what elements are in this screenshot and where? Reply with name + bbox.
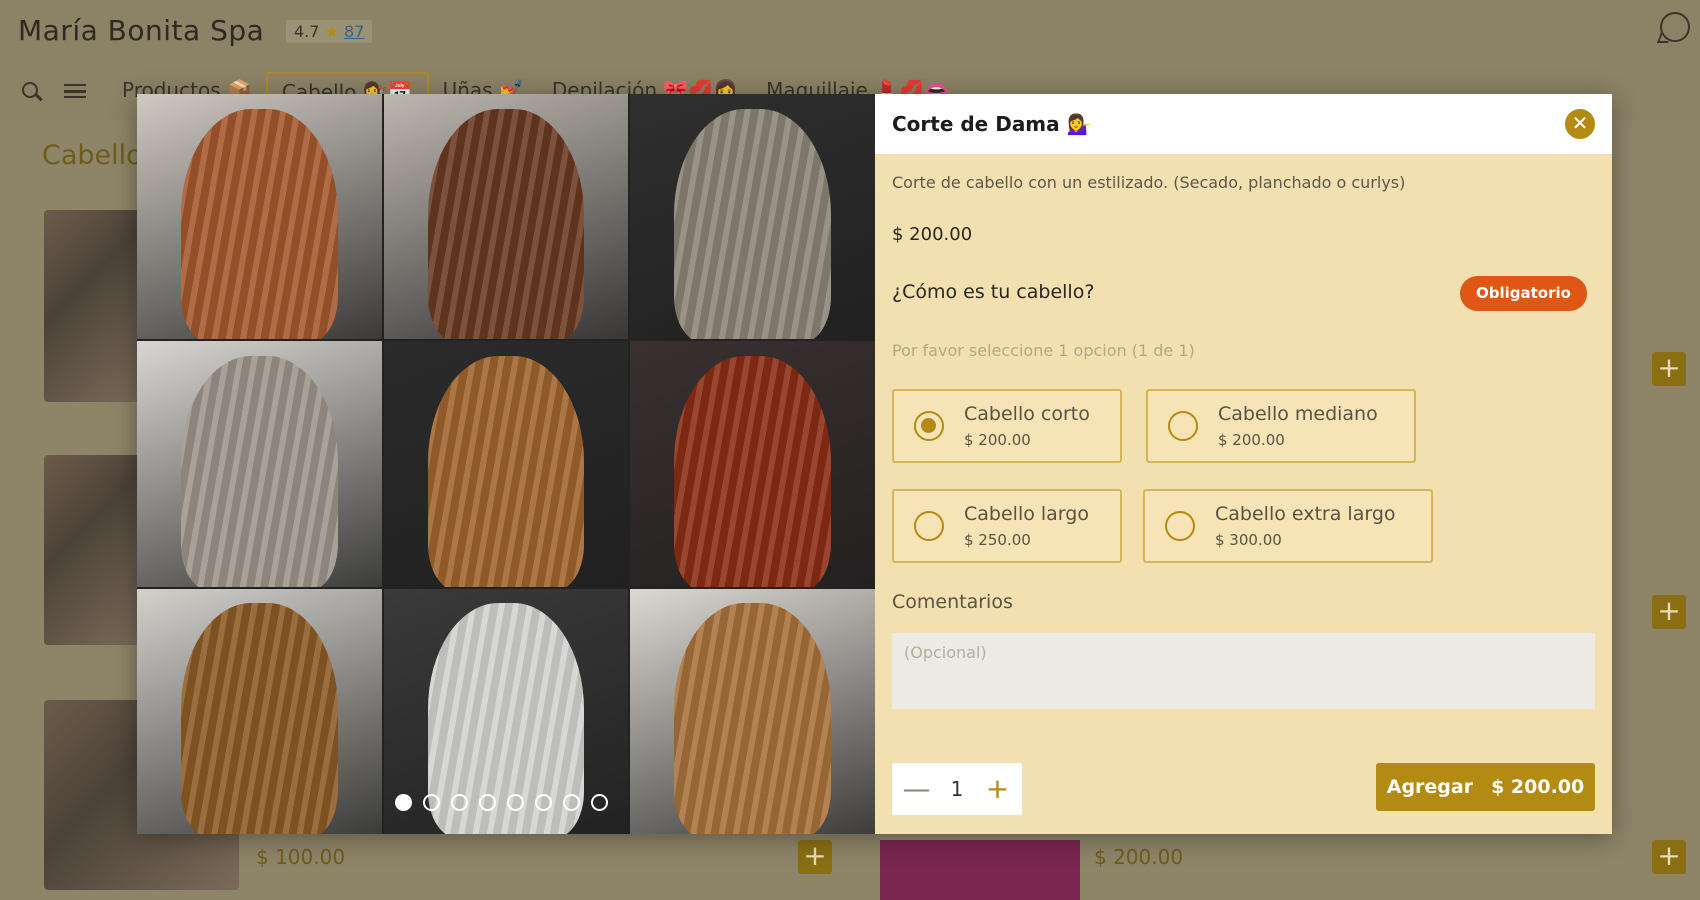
carousel-dot[interactable] <box>479 794 496 811</box>
decrement-button[interactable]: — <box>902 775 932 803</box>
radio-unchecked[interactable] <box>1168 411 1198 441</box>
hair-sample <box>427 108 585 340</box>
carousel-dot[interactable] <box>451 794 468 811</box>
option-cabello-mediano[interactable]: Cabello mediano $ 200.00 <box>1146 389 1416 463</box>
radio-unchecked[interactable] <box>1165 511 1195 541</box>
option-name: Cabello extra largo <box>1215 503 1396 525</box>
option-name: Cabello largo <box>964 503 1089 525</box>
hair-sample <box>181 603 338 834</box>
modal-title: Corte de Dama 💁‍♀️ <box>892 112 1092 136</box>
carousel-dot[interactable] <box>423 794 440 811</box>
whatsapp-icon[interactable] <box>1660 12 1690 42</box>
increment-button[interactable]: + <box>982 775 1012 803</box>
required-badge: Obligatorio <box>1460 276 1587 311</box>
product-thumbnail[interactable] <box>880 840 1080 900</box>
product-price: $ 200.00 <box>892 224 973 245</box>
modal-header: Corte de Dama 💁‍♀️ ✕ <box>875 94 1612 154</box>
photo-gallery[interactable] <box>137 94 875 834</box>
option-name: Cabello corto <box>964 403 1090 425</box>
gallery-photo[interactable] <box>137 341 382 587</box>
product-thumbnail[interactable] <box>44 210 139 402</box>
option-price: $ 200.00 <box>1218 431 1285 449</box>
carousel-dot[interactable] <box>395 794 412 811</box>
carousel-dot[interactable] <box>563 794 580 811</box>
add-product-button[interactable]: + <box>1652 840 1686 874</box>
rating-value: 4.7 <box>294 22 320 41</box>
option-cabello-extra-largo[interactable]: Cabello extra largo $ 300.00 <box>1143 489 1433 563</box>
gallery-photo[interactable] <box>630 94 875 340</box>
add-product-button[interactable]: + <box>798 840 832 874</box>
product-modal: Corte de Dama 💁‍♀️ ✕ Corte de cabello co… <box>137 94 1612 834</box>
add-button-price: $ 200.00 <box>1491 776 1585 798</box>
option-cabello-corto[interactable]: Cabello corto $ 200.00 <box>892 389 1122 463</box>
gallery-photo[interactable] <box>630 588 875 834</box>
hair-sample <box>427 356 585 587</box>
product-price: $ 200.00 <box>1094 845 1184 869</box>
comments-label: Comentarios <box>892 591 1013 613</box>
hair-sample <box>181 108 338 340</box>
product-description: Corte de cabello con un estilizado. (Sec… <box>892 173 1406 192</box>
product-thumbnail[interactable] <box>44 455 139 645</box>
gallery-photo[interactable] <box>137 94 382 340</box>
hair-sample <box>674 108 831 340</box>
gallery-photo[interactable] <box>383 94 629 340</box>
menu-icon[interactable] <box>64 84 86 98</box>
add-product-button[interactable]: + <box>1652 595 1686 629</box>
add-button-label: Agregar <box>1386 776 1474 798</box>
close-icon[interactable]: ✕ <box>1565 109 1595 139</box>
carousel-dot[interactable] <box>507 794 524 811</box>
rating-badge[interactable]: 4.7 ★ 87 <box>286 20 373 43</box>
carousel-dots <box>395 794 608 811</box>
option-question: ¿Cómo es tu cabello? <box>892 281 1095 303</box>
add-to-cart-button[interactable]: Agregar $ 200.00 <box>1376 763 1595 811</box>
option-price: $ 250.00 <box>964 531 1031 549</box>
radio-checked[interactable] <box>914 411 944 441</box>
carousel-dot[interactable] <box>535 794 552 811</box>
gallery-photo[interactable] <box>383 341 629 587</box>
section-title: Cabello <box>42 140 143 171</box>
comments-input[interactable] <box>892 633 1595 709</box>
selection-hint: Por favor seleccione 1 opcion (1 de 1) <box>892 341 1195 360</box>
product-price: $ 100.00 <box>256 845 346 869</box>
hair-sample <box>674 356 831 587</box>
search-icon[interactable] <box>22 82 38 98</box>
option-price: $ 200.00 <box>964 431 1031 449</box>
add-product-button[interactable]: + <box>1652 352 1686 386</box>
option-cabello-largo[interactable]: Cabello largo $ 250.00 <box>892 489 1122 563</box>
carousel-dot[interactable] <box>591 794 608 811</box>
reviews-count[interactable]: 87 <box>344 22 364 41</box>
brand-name[interactable]: María Bonita Spa <box>18 14 264 47</box>
product-details-panel: Corte de Dama 💁‍♀️ ✕ Corte de cabello co… <box>875 94 1612 834</box>
gallery-photo[interactable] <box>630 341 875 587</box>
hair-sample <box>181 356 338 587</box>
radio-unchecked[interactable] <box>914 511 944 541</box>
option-name: Cabello mediano <box>1218 403 1378 425</box>
option-price: $ 300.00 <box>1215 531 1282 549</box>
gallery-photo[interactable] <box>137 588 382 834</box>
star-icon: ★ <box>324 22 339 41</box>
quantity-stepper: — 1 + <box>892 763 1022 815</box>
hair-sample <box>674 603 831 834</box>
quantity-value: 1 <box>950 777 964 801</box>
